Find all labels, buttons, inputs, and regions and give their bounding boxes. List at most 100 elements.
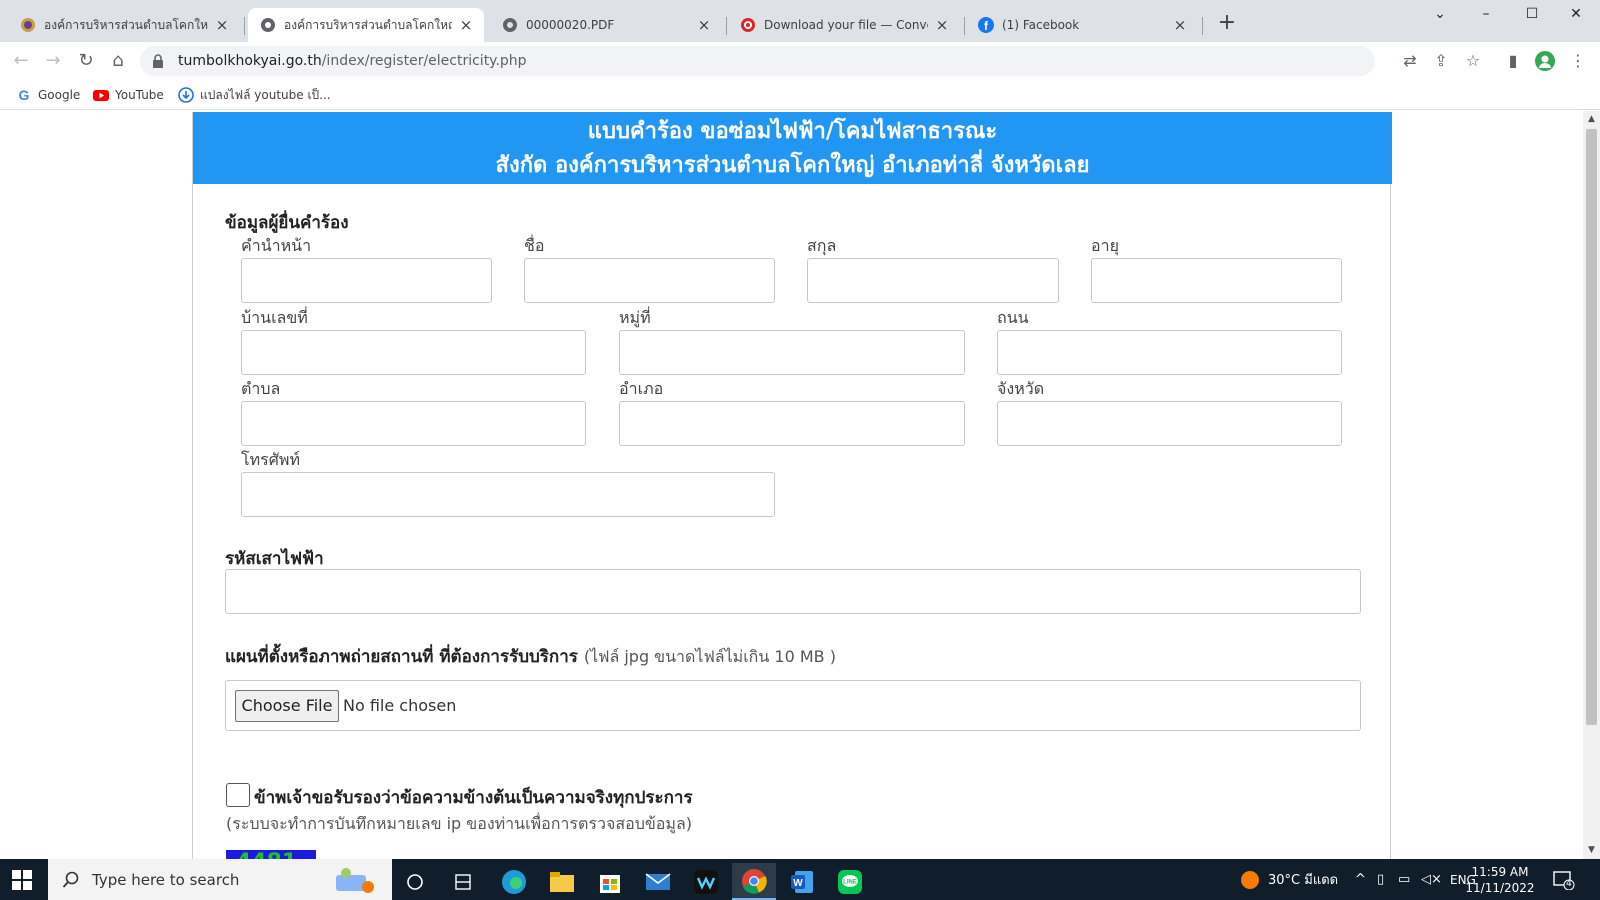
certify-checkbox[interactable] (226, 783, 250, 807)
chevron-up-icon[interactable]: ^ (1355, 859, 1366, 900)
word-icon[interactable]: W (780, 863, 824, 900)
road-input[interactable] (997, 330, 1342, 375)
choose-file-button[interactable]: Choose File (235, 690, 339, 722)
url-host: tumbolkhokyai.go.th (178, 53, 322, 69)
form-header-banner: แบบคำร้อง ขอซ่อมไฟฟ้า/โคมไฟสาธารณะ สังกั… (193, 112, 1392, 184)
webex-icon[interactable] (684, 863, 728, 900)
phone-input[interactable] (241, 472, 775, 517)
bookmark-converter[interactable]: แปลงไฟล์ youtube เป็... (178, 86, 331, 104)
village-input[interactable] (619, 330, 965, 375)
first-name-input[interactable] (524, 258, 775, 303)
form-subtitle: สังกัด องค์การบริหารส่วนตำบลโคกใหญ่ อำเภ… (495, 153, 1090, 178)
back-icon[interactable]: ← (10, 50, 32, 72)
age-label: อายุ (1091, 236, 1119, 255)
weather-text: 30°C มีแดด (1268, 873, 1339, 888)
house-no-input[interactable] (241, 330, 586, 375)
home-icon[interactable]: ⌂ (107, 50, 129, 72)
reload-icon[interactable]: ↻ (75, 50, 97, 72)
file-explorer-icon[interactable] (540, 863, 584, 900)
certify-label[interactable]: ข้าพเจ้าขอรับรองว่าข้อความข้างต้นเป็นควา… (254, 784, 693, 811)
age-input[interactable] (1091, 258, 1342, 303)
volume-icon[interactable]: ◁× (1421, 859, 1442, 900)
menu-kebab-icon[interactable]: ⋮ (1568, 51, 1588, 71)
taskbar-clock[interactable]: 11:59 AM 11/11/2022 (1465, 864, 1535, 896)
task-view-icon[interactable] (393, 863, 437, 900)
tab-title: 00000020.PDF (526, 18, 615, 32)
window-close-icon[interactable]: ✕ (1560, 6, 1592, 26)
svg-text:G: G (19, 87, 30, 103)
province-label: จังหวัด (997, 379, 1045, 398)
district-label: อำเภอ (619, 379, 664, 398)
edge-icon[interactable] (492, 863, 536, 900)
close-icon[interactable]: × (214, 17, 230, 33)
line-app-icon[interactable]: LINE (828, 863, 872, 900)
share-icon[interactable]: ⇪ (1431, 51, 1451, 71)
last-name-label: สกุล (807, 236, 837, 255)
weather-widget[interactable]: 30°C มีแดด (1240, 859, 1338, 900)
translate-icon[interactable]: ⇄ (1400, 51, 1420, 71)
widgets-icon[interactable] (441, 863, 485, 900)
forward-icon[interactable]: → (42, 50, 64, 72)
subdistrict-input[interactable] (241, 401, 586, 446)
facebook-icon: f (978, 17, 994, 33)
notification-count: 4 (1566, 879, 1572, 889)
svg-text:W: W (793, 878, 803, 889)
close-icon[interactable]: × (934, 17, 950, 33)
close-icon[interactable]: × (1172, 17, 1188, 33)
first-name-label: ชื่อ (524, 236, 545, 255)
clock-time: 11:59 AM (1471, 865, 1529, 879)
network-icon[interactable]: ▭ (1398, 859, 1410, 900)
map-upload-hint: (ไฟล์ jpg ขนาดไฟล์ไม่เกิน 10 MB ) (583, 647, 836, 666)
house-no-label: บ้านเลขที่ (241, 308, 308, 327)
tab-title: องค์การบริหารส่วนตำบลโคกใหญ่ อำเภ (44, 17, 208, 32)
form-title: แบบคำร้อง ขอซ่อมไฟฟ้า/โคมไฟสาธารณะ (587, 119, 998, 144)
tab-5[interactable]: f (1) Facebook × (966, 8, 1198, 42)
bookmark-youtube[interactable]: YouTube (93, 86, 164, 104)
tab-title: องค์การบริหารส่วนตำบลโคกใหญ่ อำเภ (284, 17, 452, 32)
tab-search-icon[interactable]: ⌄ (1424, 6, 1456, 26)
tab-separator (1202, 17, 1203, 35)
chrome-icon[interactable] (732, 863, 776, 900)
pole-code-input[interactable] (225, 569, 1361, 614)
sun-icon (1240, 870, 1260, 890)
tab-1[interactable]: องค์การบริหารส่วนตำบลโคกใหญ่ อำเภ × (8, 8, 240, 42)
road-label: ถนน (997, 308, 1029, 327)
tab-4[interactable]: Download your file — Convertio × (728, 8, 960, 42)
taskbar-search-box[interactable]: Type here to search (48, 859, 392, 900)
scroll-down-icon[interactable]: ▼ (1583, 842, 1600, 859)
search-highlight-icon (328, 865, 378, 899)
tab-2[interactable]: องค์การบริหารส่วนตำบลโคกใหญ่ อำเภ × (248, 8, 484, 42)
windows-start-icon[interactable] (12, 870, 32, 890)
close-icon[interactable]: × (458, 17, 474, 33)
tab-separator (964, 17, 965, 35)
scroll-up-icon[interactable]: ▲ (1583, 111, 1600, 128)
minimize-icon[interactable]: – (1470, 6, 1502, 26)
maximize-icon[interactable]: ☐ (1516, 6, 1548, 26)
tab-3[interactable]: 00000020.PDF × (490, 8, 722, 42)
tab-separator (244, 17, 245, 35)
close-icon[interactable]: × (696, 17, 712, 33)
prefix-input[interactable] (241, 258, 492, 303)
store-icon[interactable] (588, 863, 632, 900)
mail-icon[interactable] (636, 863, 680, 900)
province-input[interactable] (997, 401, 1342, 446)
last-name-input[interactable] (807, 258, 1059, 303)
device-icon[interactable]: ▯ (1377, 859, 1384, 900)
google-icon: G (16, 87, 32, 103)
clock-date: 11/11/2022 (1465, 881, 1535, 895)
page-scrollbar[interactable]: ▲ ▼ (1583, 111, 1600, 859)
district-input[interactable] (619, 401, 965, 446)
notifications-icon[interactable]: 4 (1553, 859, 1575, 900)
search-placeholder: Type here to search (92, 870, 240, 889)
scrollbar-thumb[interactable] (1586, 129, 1597, 725)
page-viewport: แบบคำร้อง ขอซ่อมไฟฟ้า/โคมไฟสาธารณะ สังกั… (0, 111, 1583, 859)
tab-title: Download your file — Convertio (764, 18, 928, 32)
profile-avatar-icon[interactable] (1535, 51, 1555, 71)
tab-strip: องค์การบริหารส่วนตำบลโคกใหญ่ อำเภ × องค์… (0, 0, 1600, 42)
youtube-icon (93, 87, 109, 103)
address-bar[interactable]: tumbolkhokyai.go.th/index/register/elect… (140, 46, 1375, 76)
bookmark-google[interactable]: G Google (16, 86, 81, 104)
side-panel-icon[interactable]: ▮ (1503, 51, 1523, 71)
new-tab-button[interactable]: + (1216, 12, 1238, 35)
bookmark-star-icon[interactable]: ☆ (1463, 51, 1483, 71)
